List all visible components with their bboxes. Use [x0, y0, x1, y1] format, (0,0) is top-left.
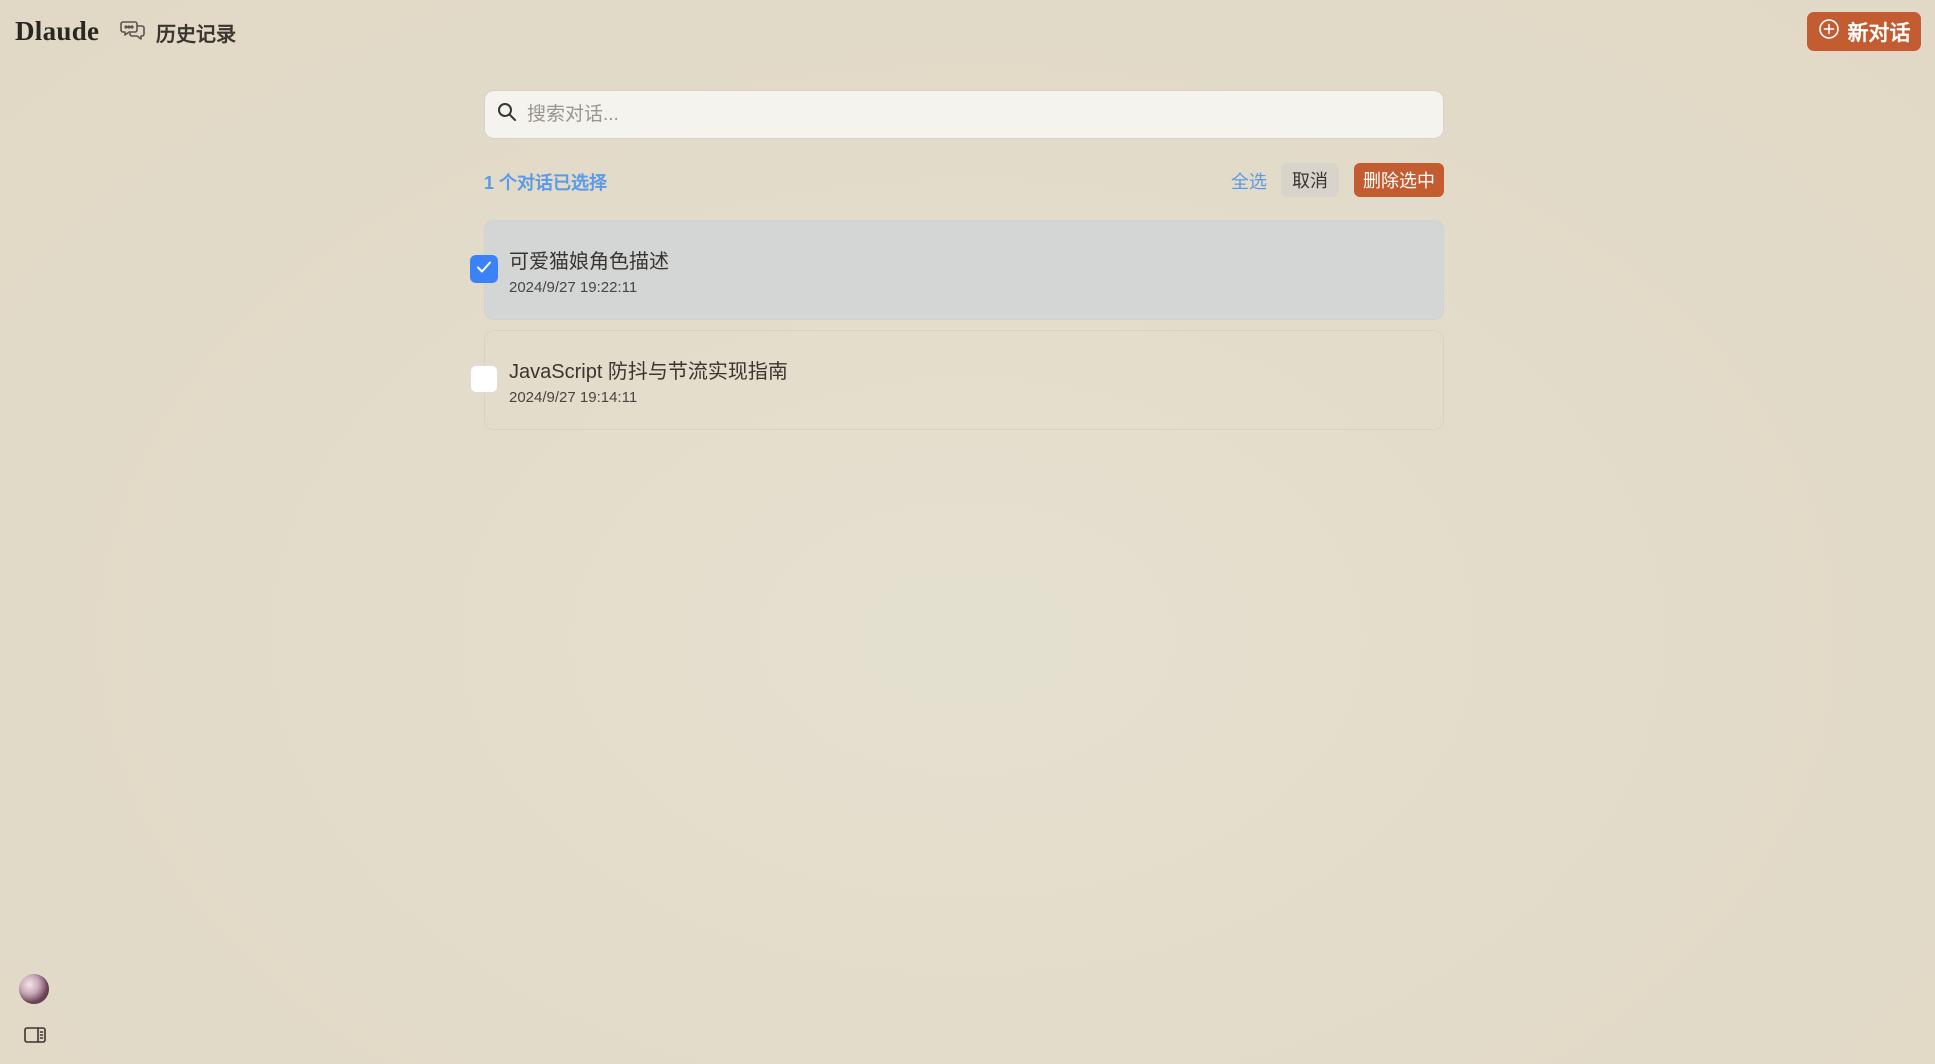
brand-logo[interactable]: Dlaude: [15, 16, 99, 47]
selection-count: 1 个对话已选择: [484, 173, 608, 193]
conversation-item[interactable]: JavaScript 防抖与节流实现指南 2024/9/27 19:14:11: [484, 330, 1444, 430]
cancel-button[interactable]: 取消: [1281, 163, 1339, 197]
history-label: 历史记录: [156, 23, 236, 46]
conversation-title: JavaScript 防抖与节流实现指南: [509, 361, 788, 383]
conversation-timestamp: 2024/9/27 19:14:11: [509, 389, 638, 406]
sidebar-toggle-icon[interactable]: [24, 1027, 46, 1043]
history-link[interactable]: 历史记录: [120, 18, 236, 46]
conversation-item[interactable]: 可爱猫娘角色描述 2024/9/27 19:22:11: [484, 220, 1444, 320]
search-icon: [497, 102, 517, 127]
select-all-button[interactable]: 全选: [1231, 168, 1267, 194]
new-chat-label: 新对话: [1847, 21, 1911, 45]
checkmark-icon: [475, 258, 493, 281]
conversation-title: 可爱猫娘角色描述: [509, 251, 669, 273]
search-input[interactable]: [527, 103, 1443, 126]
conversation-checkbox[interactable]: [470, 255, 498, 283]
new-chat-button[interactable]: 新对话: [1807, 12, 1921, 51]
chat-bubbles-icon: [120, 19, 146, 46]
plus-circle-icon: [1818, 18, 1840, 46]
conversation-checkbox[interactable]: [470, 365, 498, 393]
delete-selected-button[interactable]: 删除选中: [1354, 163, 1444, 197]
user-avatar[interactable]: [19, 974, 49, 1004]
search-bar: [484, 90, 1444, 139]
app-page: Dlaude 历史记录 新对话 搜索对话... 1 个对话已选择 全选 取消 删…: [0, 0, 1935, 1064]
conversation-timestamp: 2024/9/27 19:22:11: [509, 279, 638, 296]
